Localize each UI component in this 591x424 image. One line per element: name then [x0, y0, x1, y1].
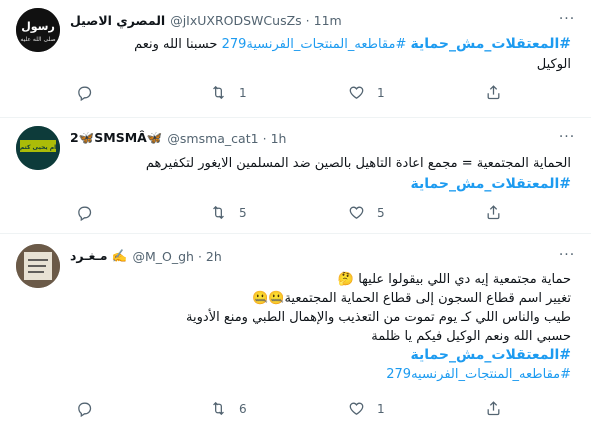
display-name[interactable]: 2🦋SMSMÂ🦋 — [70, 130, 162, 146]
tweet-text-segment: حسبنا الله ونعم — [134, 37, 218, 52]
avatar[interactable] — [16, 244, 60, 288]
avatar-logo-text: ام يحيى كتم — [20, 144, 56, 151]
tweet-line: حسبي الله ونعم الوكيل فيكم يا ظلمة — [371, 329, 571, 344]
tweet[interactable]: رسول صلى الله عليه المصري الاصيل @jIxUXR… — [0, 0, 591, 118]
separator-dot: · — [305, 12, 310, 28]
share-icon — [487, 401, 500, 416]
reply-icon — [78, 402, 92, 417]
tweet[interactable]: ام يحيى كتم 2🦋SMSMÂ🦋 @smsma_cat1 · 1h ··… — [0, 118, 591, 234]
hashtag[interactable]: #مقاطعه_المنتجات_الفرنسيه279 — [70, 365, 571, 384]
user-handle[interactable]: @M_O_gh — [132, 249, 193, 264]
tweet-line: الحماية المجتمعية = مجمع اعادة التاهيل ب… — [145, 156, 571, 171]
reply-icon — [78, 86, 92, 101]
separator-dot: · — [197, 248, 202, 264]
like-button[interactable]: 5 — [348, 204, 385, 221]
share-button[interactable] — [485, 204, 502, 221]
like-button[interactable]: 1 — [348, 400, 385, 417]
retweet-icon — [213, 85, 224, 100]
retweet-button[interactable]: 5 — [210, 204, 247, 221]
retweet-button[interactable]: 1 — [210, 84, 247, 101]
like-count: 5 — [377, 205, 385, 220]
like-count: 1 — [377, 401, 385, 416]
tweet-header: مـغـرد ✍️ @M_O_gh · 2h — [70, 246, 547, 266]
share-icon — [487, 205, 500, 220]
retweet-button[interactable]: 6 — [210, 400, 247, 417]
tweet-header: المصري الاصيل @jIxUXRODSWCusZs · 11m — [70, 10, 547, 30]
heart-icon — [349, 86, 364, 99]
retweet-icon — [213, 205, 224, 220]
tweet-header: 2🦋SMSMÂ🦋 @smsma_cat1 · 1h — [70, 128, 547, 148]
retweet-icon — [213, 401, 224, 416]
reply-button[interactable] — [76, 400, 105, 417]
tweet-actions: 6 1 — [70, 400, 571, 424]
display-name[interactable]: المصري الاصيل — [70, 13, 165, 28]
tweet-line: طيب والناس اللي كـ يوم تموت من التعذيب و… — [186, 310, 571, 325]
more-icon[interactable]: ··· — [557, 248, 577, 268]
hashtag[interactable]: #المعتقلات_مش_حماية — [70, 174, 571, 194]
retweet-count: 5 — [239, 205, 247, 220]
reply-button[interactable] — [76, 204, 105, 221]
avatar-logo-subtext: صلى الله عليه — [20, 36, 55, 43]
tweet-line: الوكيل — [536, 57, 571, 72]
avatar-logo-text: رسول — [21, 20, 55, 33]
share-icon — [487, 85, 500, 100]
share-button[interactable] — [485, 400, 502, 417]
timestamp[interactable]: 11m — [314, 13, 342, 28]
heart-icon — [349, 206, 364, 219]
separator-dot: · — [262, 130, 267, 146]
retweet-count: 1 — [239, 85, 247, 100]
tweet-text: الحماية المجتمعية = مجمع اعادة التاهيل ب… — [70, 154, 571, 194]
avatar[interactable]: ام يحيى كتم — [16, 126, 60, 170]
tweet-line: تغيير اسم قطاع السجون إلى قطاع الحماية ا… — [252, 291, 571, 306]
timestamp[interactable]: 1h — [271, 131, 287, 146]
timestamp[interactable]: 2h — [206, 249, 222, 264]
display-name[interactable]: مـغـرد ✍️ — [70, 248, 127, 264]
retweet-count: 6 — [239, 401, 247, 416]
tweet[interactable]: مـغـرد ✍️ @M_O_gh · 2h ··· حماية مجتمعية… — [0, 234, 591, 424]
reply-icon — [78, 206, 92, 221]
like-count: 1 — [377, 85, 385, 100]
tweet-line: حماية مجتمعية إيه دي اللي بيقولوا عليها … — [337, 272, 571, 287]
user-handle[interactable]: @smsma_cat1 — [167, 131, 258, 146]
user-handle[interactable]: @jIxUXRODSWCusZs — [170, 13, 301, 28]
more-icon[interactable]: ··· — [557, 130, 577, 150]
like-button[interactable]: 1 — [348, 84, 385, 101]
more-icon[interactable]: ··· — [557, 12, 577, 32]
tweet-text: حماية مجتمعية إيه دي اللي بيقولوا عليها … — [70, 270, 571, 384]
tweet-line: #المعتقلات_مش_حماية #مقاطعه_المنتجات_الف… — [70, 34, 571, 55]
tweet-actions: 5 5 — [70, 204, 571, 228]
avatar[interactable]: رسول صلى الله عليه — [16, 8, 60, 52]
tweet-text: #المعتقلات_مش_حماية #مقاطعه_المنتجات_الف… — [70, 34, 571, 75]
share-button[interactable] — [485, 84, 502, 101]
hashtag[interactable]: #مقاطعه_المنتجات_الفرنسية279 — [222, 37, 407, 52]
heart-icon — [349, 402, 364, 415]
hashtag[interactable]: #المعتقلات_مش_حماية — [410, 36, 571, 52]
tweet-actions: 1 1 — [70, 84, 571, 108]
reply-button[interactable] — [76, 84, 105, 101]
hashtag[interactable]: #المعتقلات_مش_حماية — [70, 346, 571, 365]
